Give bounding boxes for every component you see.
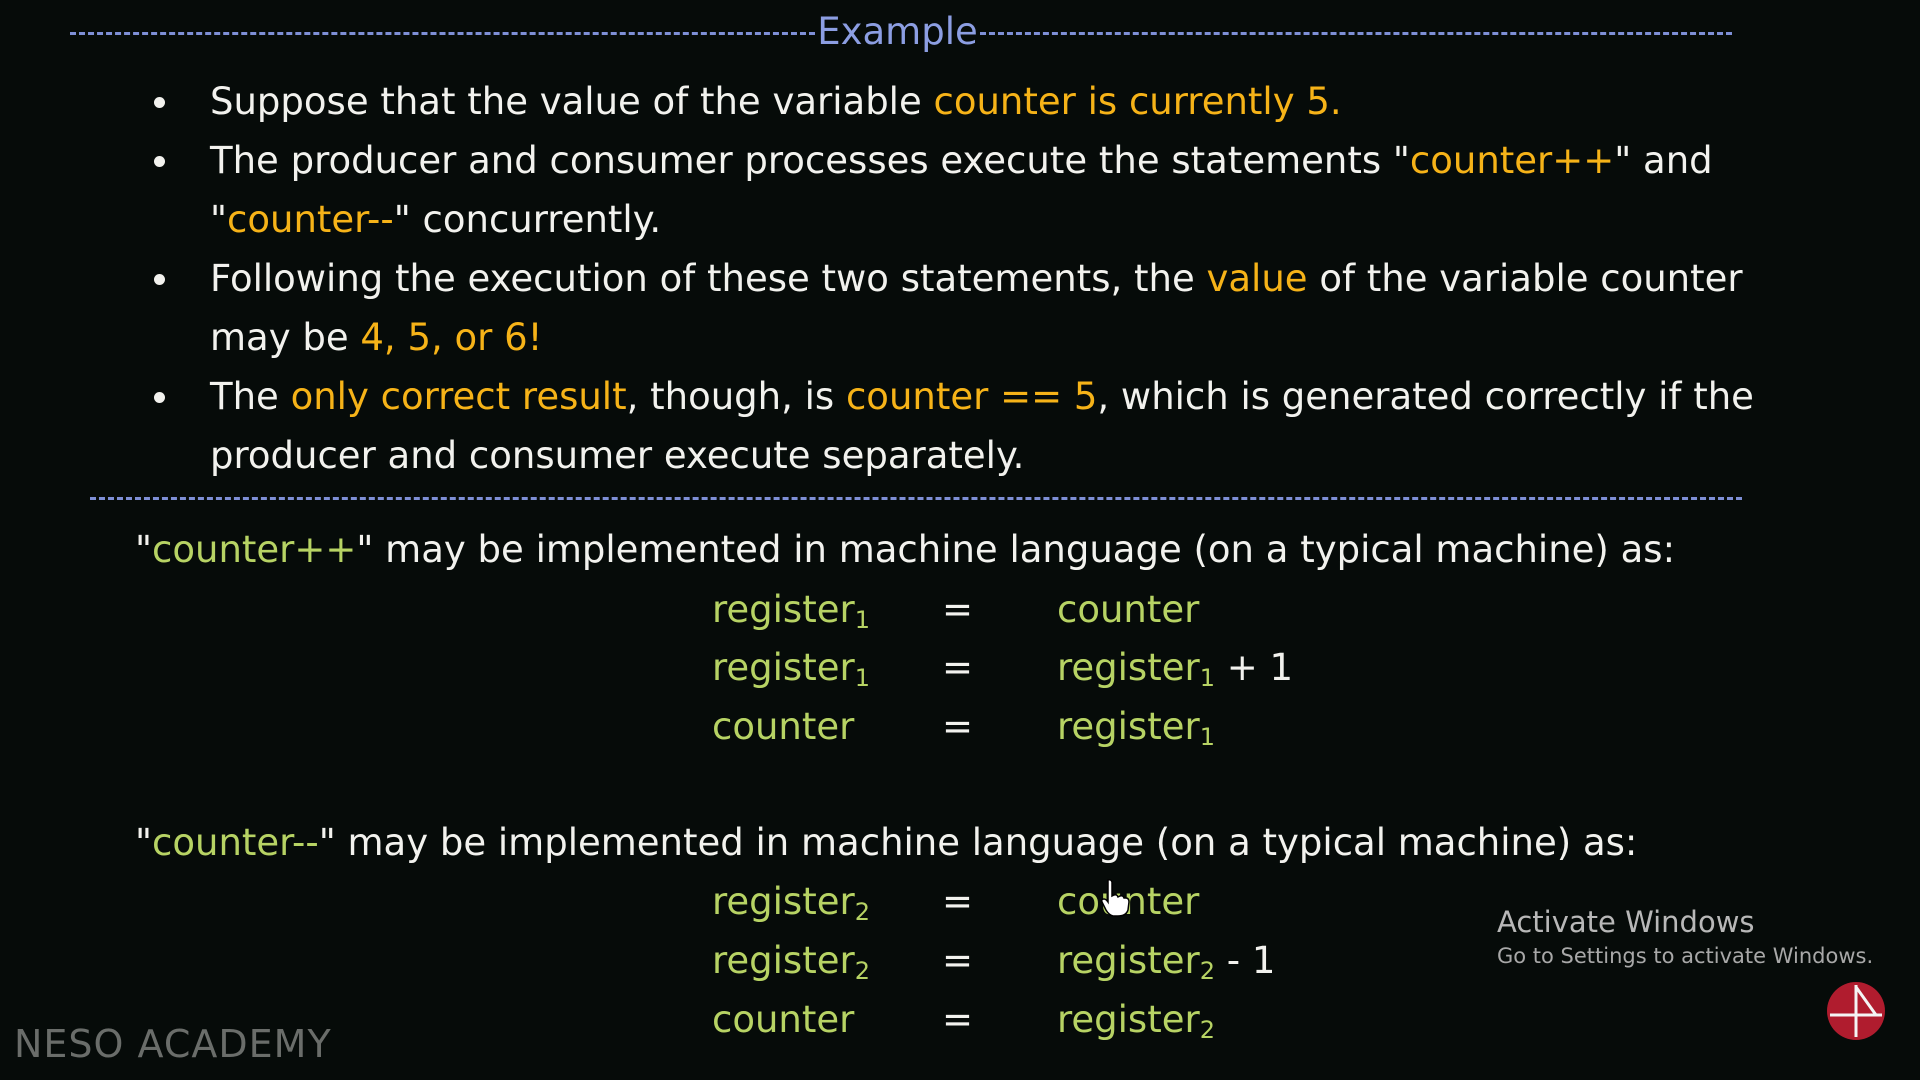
decrement-heading: "counter--" may be implemented in machin… <box>135 821 1638 864</box>
activate-windows-subtitle: Go to Settings to activate Windows. <box>1497 944 1874 968</box>
header-title: Example <box>817 10 978 53</box>
neso-logo-icon <box>1827 982 1885 1040</box>
increment-heading: "counter++" may be implemented in machin… <box>135 528 1676 571</box>
bullet-item: The producer and consumer processes exec… <box>150 131 1770 249</box>
hand-cursor-icon <box>1101 879 1130 917</box>
activate-windows-watermark: Activate Windows Go to Settings to activ… <box>1497 903 1873 971</box>
example-header: Example <box>0 4 1920 54</box>
example-bullet-list: Suppose that the value of the variable c… <box>150 72 1770 485</box>
bullet-item: Suppose that the value of the variable c… <box>150 72 1770 131</box>
header-dashed-rule-left <box>70 32 815 35</box>
header-dashed-rule-right <box>980 32 1732 35</box>
bullet-item: Following the execution of these two sta… <box>150 249 1770 367</box>
section-dashed-separator <box>90 497 1742 500</box>
brand-watermark: NESO ACADEMY <box>14 1022 332 1066</box>
bullet-item: The only correct result, though, is coun… <box>150 367 1770 485</box>
activate-windows-title: Activate Windows <box>1497 905 1755 939</box>
